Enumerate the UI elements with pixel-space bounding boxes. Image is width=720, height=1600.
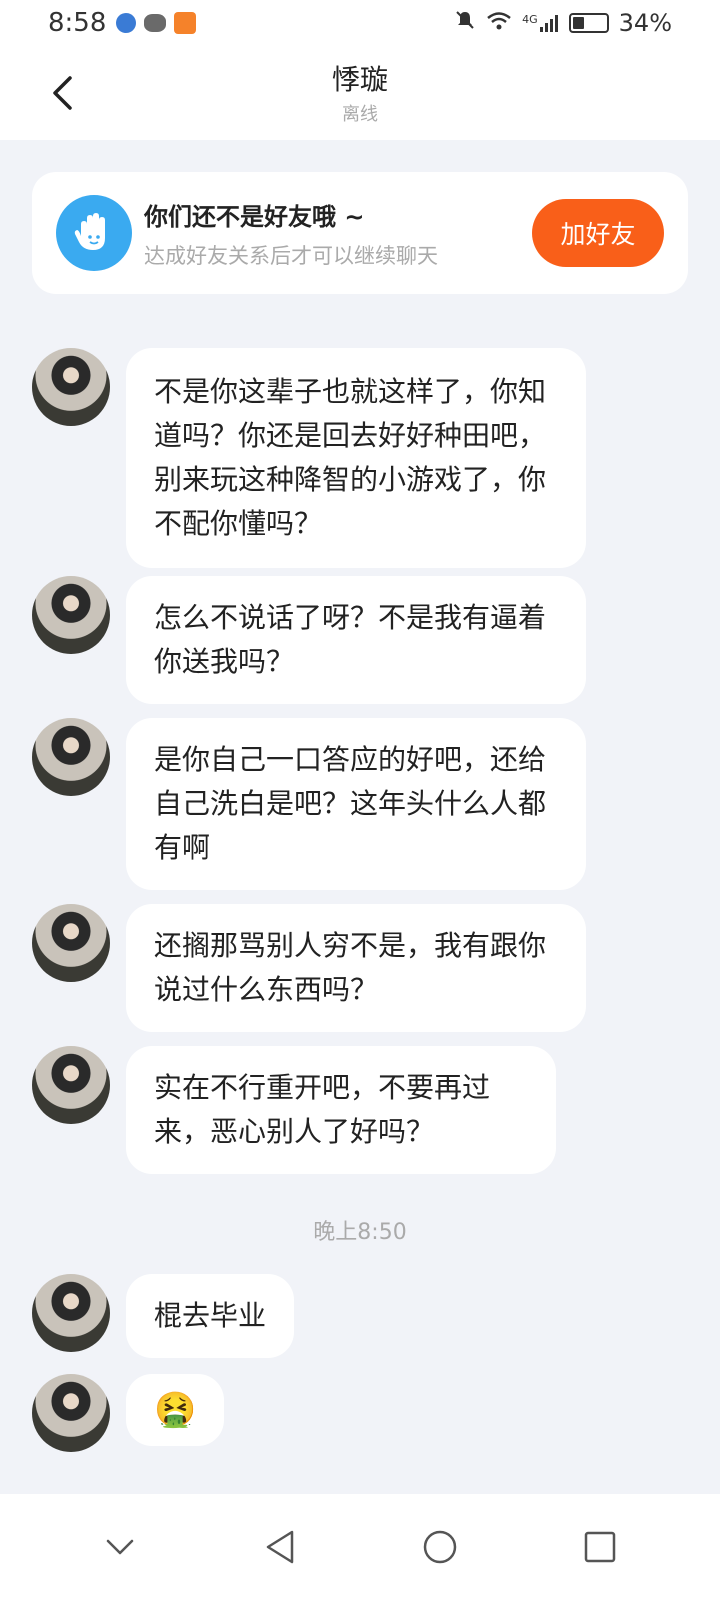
message-bubble[interactable]: 不是你这辈子也就这样了，你知道吗？你还是回去好好种田吧，别来玩这种降智的小游戏了… (126, 348, 586, 568)
not-friends-banner: 你们还不是好友哦 ~ 达成好友关系后才可以继续聊天 加好友 (32, 172, 688, 294)
mute-bell-icon (454, 9, 476, 37)
nav-home-button[interactable] (410, 1517, 470, 1577)
contact-name[interactable]: 悸璇 (0, 58, 720, 98)
message-bubble[interactable]: 实在不行重开吧，不要再过来，恶心别人了好吗？ (126, 1046, 556, 1174)
message-row: 是你自己一口答应的好吧，还给自己洗白是吧？这年头什么人都有啊 (32, 718, 586, 890)
message-row: 还搁那骂别人穷不是，我有跟你说过什么东西吗？ (32, 904, 586, 1032)
message-row: 棍去毕业 (32, 1274, 295, 1358)
message-bubble[interactable]: 棍去毕业 (126, 1274, 295, 1358)
nav-recents-button[interactable] (570, 1517, 630, 1577)
battery-icon (568, 13, 609, 33)
wifi-icon (486, 9, 512, 37)
home-circle-icon (423, 1530, 457, 1564)
back-triangle-icon (266, 1530, 294, 1564)
wechat-notification-icon (144, 14, 167, 32)
browser-notification-icon (116, 13, 137, 33)
emoji-message-bubble[interactable]: 🤮 (126, 1374, 225, 1446)
avatar[interactable] (32, 718, 110, 796)
video-app-notification-icon (174, 12, 197, 34)
banner-title: 你们还不是好友哦 ~ (144, 202, 365, 231)
system-nav-bar (0, 1494, 720, 1600)
hand-wave-icon (56, 195, 132, 271)
battery-fill (572, 17, 584, 29)
time-separator: 晚上8:50 (313, 1220, 407, 1245)
avatar[interactable] (32, 904, 110, 982)
avatar[interactable] (32, 1046, 110, 1124)
message-row: 不是你这辈子也就这样了，你知道吗？你还是回去好好种田吧，别来玩这种降智的小游戏了… (32, 348, 586, 568)
hide-keyboard-button[interactable] (90, 1517, 150, 1577)
banner-subtitle: 达成好友关系后才可以继续聊天 (144, 243, 438, 268)
nav-back-button[interactable] (250, 1517, 310, 1577)
presence-status: 离线 (342, 104, 378, 125)
message-bubble[interactable]: 还搁那骂别人穷不是，我有跟你说过什么东西吗？ (126, 904, 586, 1032)
avatar[interactable] (32, 348, 110, 426)
status-indicators: 4G 34% (454, 9, 672, 37)
chat-header: 悸璇 离线 (0, 46, 720, 140)
status-bar: 8:58 4G 34% (0, 0, 720, 46)
avatar[interactable] (32, 1274, 110, 1352)
add-friend-button[interactable]: 加好友 (532, 199, 664, 267)
avatar[interactable] (32, 1374, 110, 1452)
battery-percent: 34% (618, 9, 672, 37)
chevron-down-icon (106, 1539, 134, 1555)
banner-texts: 你们还不是好友哦 ~ 达成好友关系后才可以继续聊天 (144, 197, 532, 270)
recents-square-icon (584, 1531, 616, 1563)
message-row: 实在不行重开吧，不要再过来，恶心别人了好吗？ (32, 1046, 556, 1174)
message-bubble[interactable]: 是你自己一口答应的好吧，还给自己洗白是吧？这年头什么人都有啊 (126, 718, 586, 890)
message-row: 🤮 (32, 1374, 225, 1452)
avatar[interactable] (32, 576, 110, 654)
status-time: 8:58 (48, 8, 107, 38)
network-type: 4G (522, 13, 538, 26)
chat-screen: 8:58 4G 34% 悸璇 离线 你们还不是好友哦 ~ 达成好友关系后才可以继… (0, 0, 720, 1600)
message-bubble[interactable]: 怎么不说话了呀？不是我有逼着你送我吗？ (126, 576, 586, 704)
cellular-signal-icon: 4G (522, 13, 559, 33)
message-row: 怎么不说话了呀？不是我有逼着你送我吗？ (32, 576, 586, 704)
